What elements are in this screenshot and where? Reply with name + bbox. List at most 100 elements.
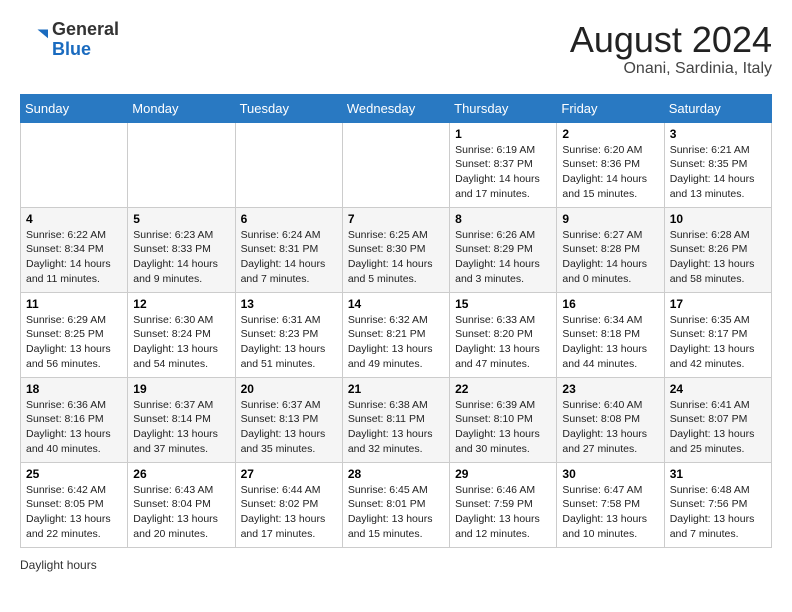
- calendar-cell: 7 Sunrise: 6:25 AMSunset: 8:30 PMDaylight…: [342, 207, 449, 292]
- day-info: Sunrise: 6:19 AMSunset: 8:37 PMDaylight:…: [455, 143, 551, 202]
- week-row-2: 4 Sunrise: 6:22 AMSunset: 8:34 PMDaylight…: [21, 207, 772, 292]
- calendar-cell: 8 Sunrise: 6:26 AMSunset: 8:29 PMDaylight…: [450, 207, 557, 292]
- day-number: 20: [241, 382, 337, 396]
- day-info: Sunrise: 6:28 AMSunset: 8:26 PMDaylight:…: [670, 228, 766, 287]
- calendar-cell: 26Sunrise: 6:43 AMSunset: 8:04 PMDayligh…: [128, 462, 235, 547]
- calendar-cell: 31Sunrise: 6:48 AMSunset: 7:56 PMDayligh…: [664, 462, 771, 547]
- day-info: Sunrise: 6:26 AMSunset: 8:29 PMDaylight:…: [455, 228, 551, 287]
- title-block: August 2024 Onani, Sardinia, Italy: [570, 20, 772, 78]
- day-number: 13: [241, 297, 337, 311]
- weekday-header-wednesday: Wednesday: [342, 94, 449, 122]
- day-number: 5: [133, 212, 229, 226]
- calendar-cell: [342, 122, 449, 207]
- calendar-cell: 30 Sunrise: 6:47 AMSunset: 7:58 PMDayligh…: [557, 462, 664, 547]
- calendar-cell: [235, 122, 342, 207]
- day-number: 23: [562, 382, 658, 396]
- day-number: 22: [455, 382, 551, 396]
- day-info: Sunrise: 6:41 AMSunset: 8:07 PMDaylight:…: [670, 398, 766, 457]
- location-subtitle: Onani, Sardinia, Italy: [570, 60, 772, 78]
- calendar-cell: 29 Sunrise: 6:46 AMSunset: 7:59 PMDayligh…: [450, 462, 557, 547]
- day-info: Sunrise: 6:34 AMSunset: 8:18 PMDaylight:…: [562, 313, 658, 372]
- calendar-cell: 11 Sunrise: 6:29 AMSunset: 8:25 PMDayligh…: [21, 292, 128, 377]
- day-info: Sunrise: 6:33 AMSunset: 8:20 PMDaylight:…: [455, 313, 551, 372]
- day-info: Sunrise: 6:37 AMSunset: 8:14 PMDaylight:…: [133, 398, 229, 457]
- day-number: 30: [562, 467, 658, 481]
- calendar-cell: 4 Sunrise: 6:22 AMSunset: 8:34 PMDaylight…: [21, 207, 128, 292]
- week-row-1: 1 Sunrise: 6:19 AMSunset: 8:37 PMDaylight…: [21, 122, 772, 207]
- day-number: 10: [670, 212, 766, 226]
- day-number: 1: [455, 127, 551, 141]
- weekday-header-sunday: Sunday: [21, 94, 128, 122]
- day-number: 27: [241, 467, 337, 481]
- day-info: Sunrise: 6:48 AMSunset: 7:56 PMDaylight:…: [670, 483, 766, 542]
- calendar-cell: 19 Sunrise: 6:37 AMSunset: 8:14 PMDayligh…: [128, 377, 235, 462]
- calendar-cell: 1 Sunrise: 6:19 AMSunset: 8:37 PMDaylight…: [450, 122, 557, 207]
- logo-general-text: General: [52, 19, 119, 39]
- weekday-header-row: SundayMondayTuesdayWednesdayThursdayFrid…: [21, 94, 772, 122]
- weekday-header-friday: Friday: [557, 94, 664, 122]
- calendar-cell: 12 Sunrise: 6:30 AMSunset: 8:24 PMDayligh…: [128, 292, 235, 377]
- calendar-cell: 27 Sunrise: 6:44 AMSunset: 8:02 PMDayligh…: [235, 462, 342, 547]
- calendar-cell: 13 Sunrise: 6:31 AMSunset: 8:23 PMDayligh…: [235, 292, 342, 377]
- weekday-header-thursday: Thursday: [450, 94, 557, 122]
- day-number: 3: [670, 127, 766, 141]
- calendar-cell: 2 Sunrise: 6:20 AMSunset: 8:36 PMDaylight…: [557, 122, 664, 207]
- day-number: 21: [348, 382, 444, 396]
- calendar-table: SundayMondayTuesdayWednesdayThursdayFrid…: [20, 94, 772, 548]
- day-info: Sunrise: 6:38 AMSunset: 8:11 PMDaylight:…: [348, 398, 444, 457]
- weekday-header-saturday: Saturday: [664, 94, 771, 122]
- day-info: Sunrise: 6:36 AMSunset: 8:16 PMDaylight:…: [26, 398, 122, 457]
- calendar-cell: 5 Sunrise: 6:23 AMSunset: 8:33 PMDaylight…: [128, 207, 235, 292]
- month-year-title: August 2024: [570, 20, 772, 60]
- calendar-cell: 17Sunrise: 6:35 AMSunset: 8:17 PMDayligh…: [664, 292, 771, 377]
- day-number: 4: [26, 212, 122, 226]
- calendar-cell: 14Sunrise: 6:32 AMSunset: 8:21 PMDayligh…: [342, 292, 449, 377]
- day-number: 29: [455, 467, 551, 481]
- day-number: 11: [26, 297, 122, 311]
- day-info: Sunrise: 6:39 AMSunset: 8:10 PMDaylight:…: [455, 398, 551, 457]
- day-info: Sunrise: 6:45 AMSunset: 8:01 PMDaylight:…: [348, 483, 444, 542]
- day-info: Sunrise: 6:29 AMSunset: 8:25 PMDaylight:…: [26, 313, 122, 372]
- day-number: 8: [455, 212, 551, 226]
- day-info: Sunrise: 6:46 AMSunset: 7:59 PMDaylight:…: [455, 483, 551, 542]
- day-info: Sunrise: 6:30 AMSunset: 8:24 PMDaylight:…: [133, 313, 229, 372]
- calendar-cell: 20 Sunrise: 6:37 AMSunset: 8:13 PMDayligh…: [235, 377, 342, 462]
- calendar-cell: 15 Sunrise: 6:33 AMSunset: 8:20 PMDayligh…: [450, 292, 557, 377]
- day-info: Sunrise: 6:47 AMSunset: 7:58 PMDaylight:…: [562, 483, 658, 542]
- day-info: Sunrise: 6:44 AMSunset: 8:02 PMDaylight:…: [241, 483, 337, 542]
- day-info: Sunrise: 6:24 AMSunset: 8:31 PMDaylight:…: [241, 228, 337, 287]
- logo: General Blue: [20, 20, 119, 60]
- day-info: Sunrise: 6:40 AMSunset: 8:08 PMDaylight:…: [562, 398, 658, 457]
- day-number: 7: [348, 212, 444, 226]
- calendar-cell: 24Sunrise: 6:41 AMSunset: 8:07 PMDayligh…: [664, 377, 771, 462]
- day-number: 18: [26, 382, 122, 396]
- logo-text: General Blue: [52, 20, 119, 60]
- day-info: Sunrise: 6:42 AMSunset: 8:05 PMDaylight:…: [26, 483, 122, 542]
- day-number: 17: [670, 297, 766, 311]
- week-row-3: 11 Sunrise: 6:29 AMSunset: 8:25 PMDayligh…: [21, 292, 772, 377]
- calendar-cell: [128, 122, 235, 207]
- day-info: Sunrise: 6:31 AMSunset: 8:23 PMDaylight:…: [241, 313, 337, 372]
- day-info: Sunrise: 6:25 AMSunset: 8:30 PMDaylight:…: [348, 228, 444, 287]
- day-number: 15: [455, 297, 551, 311]
- day-number: 25: [26, 467, 122, 481]
- calendar-cell: 6Sunrise: 6:24 AMSunset: 8:31 PMDaylight…: [235, 207, 342, 292]
- weekday-header-tuesday: Tuesday: [235, 94, 342, 122]
- logo-blue-text: Blue: [52, 39, 91, 59]
- day-number: 19: [133, 382, 229, 396]
- day-info: Sunrise: 6:32 AMSunset: 8:21 PMDaylight:…: [348, 313, 444, 372]
- day-info: Sunrise: 6:37 AMSunset: 8:13 PMDaylight:…: [241, 398, 337, 457]
- calendar-cell: 25 Sunrise: 6:42 AMSunset: 8:05 PMDayligh…: [21, 462, 128, 547]
- page-header: General Blue August 2024 Onani, Sardinia…: [20, 20, 772, 78]
- weekday-header-monday: Monday: [128, 94, 235, 122]
- day-number: 2: [562, 127, 658, 141]
- day-number: 12: [133, 297, 229, 311]
- day-info: Sunrise: 6:21 AMSunset: 8:35 PMDaylight:…: [670, 143, 766, 202]
- calendar-cell: 28Sunrise: 6:45 AMSunset: 8:01 PMDayligh…: [342, 462, 449, 547]
- day-info: Sunrise: 6:43 AMSunset: 8:04 PMDaylight:…: [133, 483, 229, 542]
- day-info: Sunrise: 6:20 AMSunset: 8:36 PMDaylight:…: [562, 143, 658, 202]
- day-info: Sunrise: 6:22 AMSunset: 8:34 PMDaylight:…: [26, 228, 122, 287]
- day-info: Sunrise: 6:23 AMSunset: 8:33 PMDaylight:…: [133, 228, 229, 287]
- calendar-cell: 23 Sunrise: 6:40 AMSunset: 8:08 PMDayligh…: [557, 377, 664, 462]
- calendar-cell: 16Sunrise: 6:34 AMSunset: 8:18 PMDayligh…: [557, 292, 664, 377]
